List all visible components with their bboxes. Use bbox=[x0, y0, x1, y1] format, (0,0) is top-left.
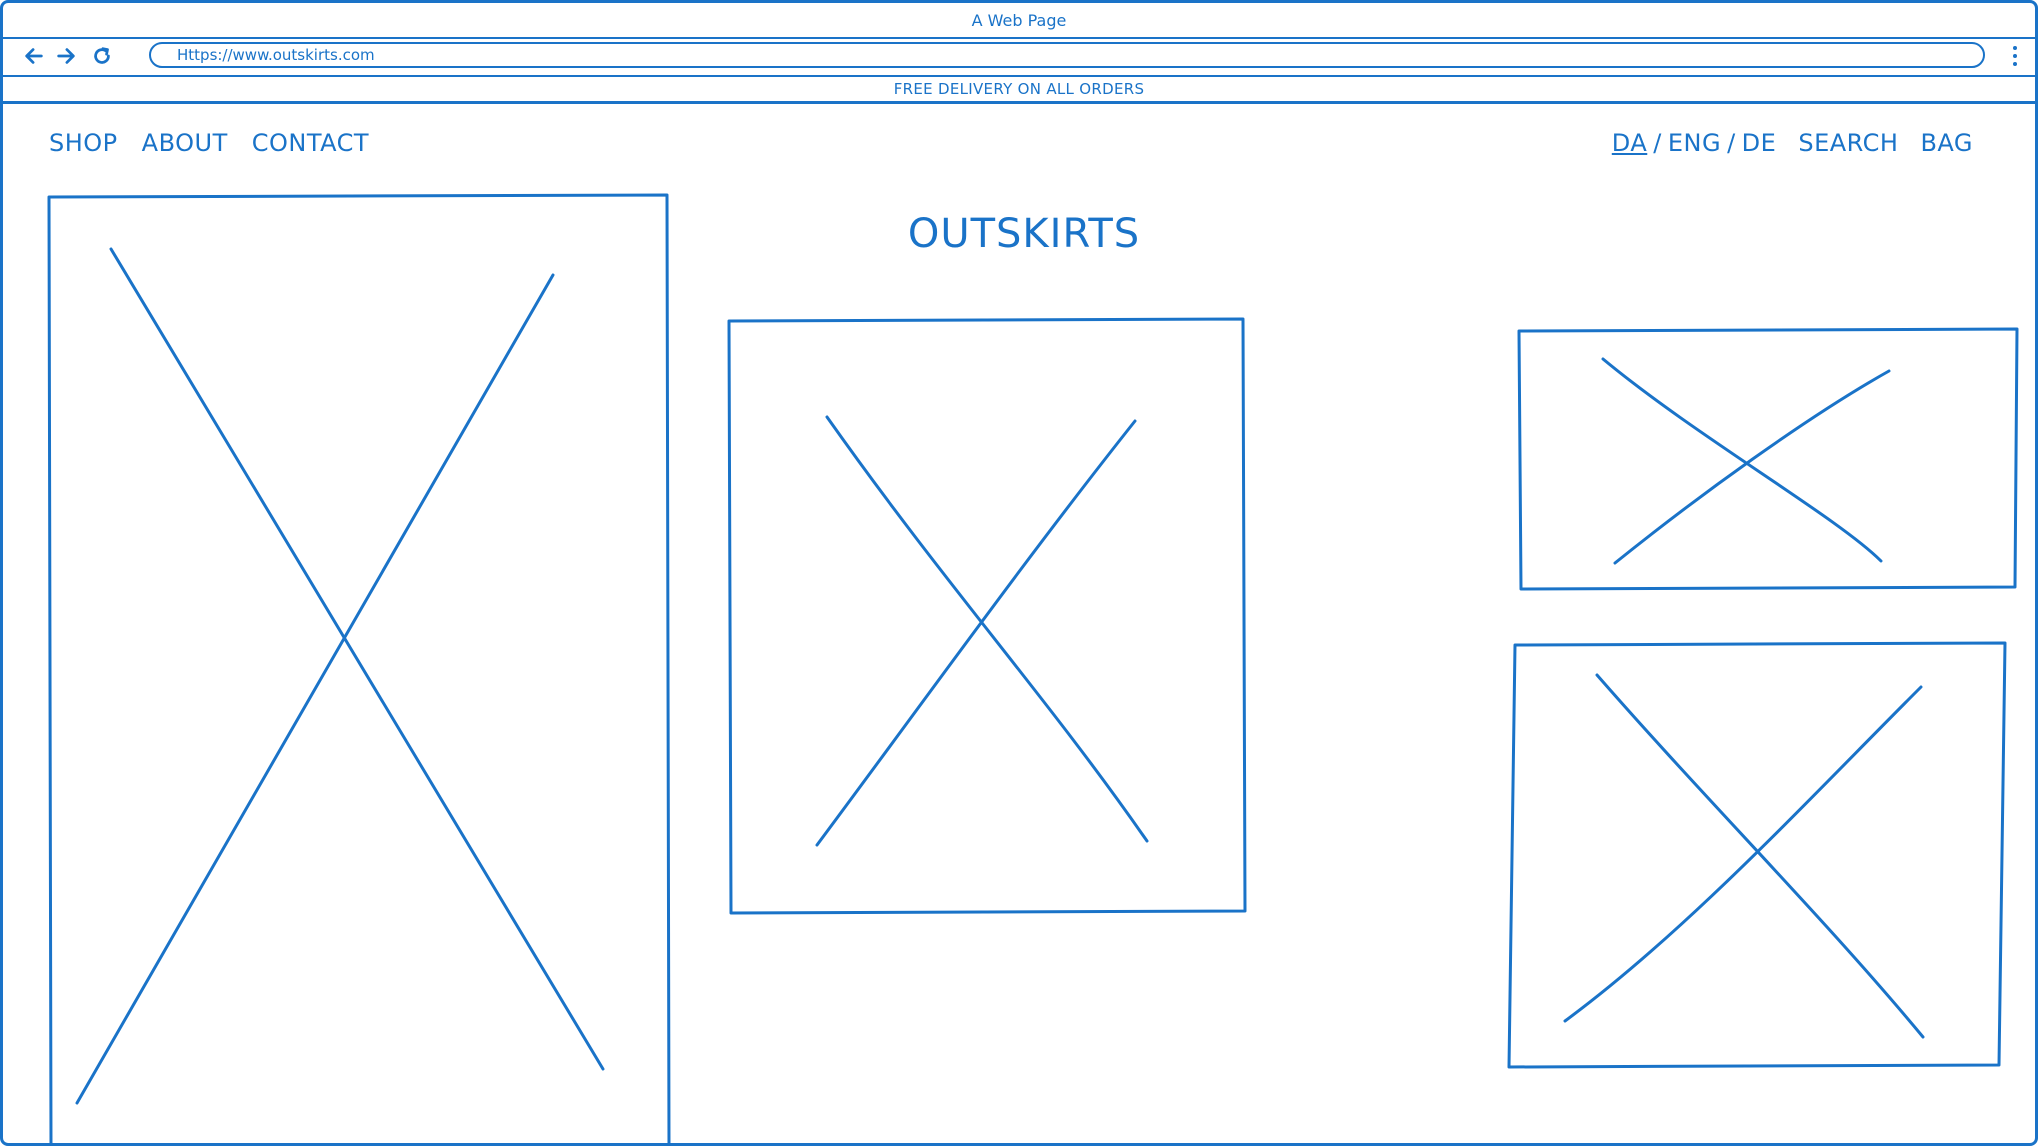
nav-link-about[interactable]: ABOUT bbox=[142, 129, 228, 157]
nav-link-search[interactable]: SEARCH bbox=[1798, 129, 1898, 157]
brand-name: OUTSKIRTS bbox=[907, 211, 1141, 257]
image-placeholder-icon bbox=[1517, 327, 2019, 591]
kebab-dot bbox=[2013, 62, 2017, 66]
url-text: Https://www.outskirts.com bbox=[177, 46, 375, 64]
nav-link-bag[interactable]: BAG bbox=[1920, 129, 1973, 157]
image-placeholder-top-right bbox=[1517, 327, 2019, 591]
image-placeholder-center bbox=[727, 317, 1247, 915]
nav-link-contact[interactable]: CONTACT bbox=[252, 129, 369, 157]
nav-link-shop[interactable]: SHOP bbox=[49, 129, 118, 157]
window-titlebar: A Web Page bbox=[3, 3, 2035, 39]
arrow-left-icon bbox=[25, 48, 43, 64]
kebab-menu-icon bbox=[2013, 46, 2017, 50]
lang-separator: / bbox=[1653, 129, 1662, 157]
site-nav-primary: SHOP ABOUT CONTACT bbox=[49, 129, 369, 157]
image-placeholder-icon bbox=[727, 317, 1247, 915]
address-bar[interactable]: Https://www.outskirts.com bbox=[149, 42, 1985, 68]
promo-banner: FREE DELIVERY ON ALL ORDERS bbox=[3, 77, 2035, 104]
lang-eng[interactable]: ENG bbox=[1668, 129, 1721, 157]
site-nav-secondary: DA / ENG / DE SEARCH BAG bbox=[1612, 129, 1973, 157]
window-title: A Web Page bbox=[971, 10, 1067, 30]
language-switcher: DA / ENG / DE bbox=[1612, 129, 1777, 157]
lang-separator: / bbox=[1727, 129, 1736, 157]
lang-da[interactable]: DA bbox=[1612, 129, 1647, 157]
reload-button[interactable] bbox=[89, 43, 115, 69]
back-button[interactable] bbox=[21, 43, 47, 69]
forward-button[interactable] bbox=[53, 43, 79, 69]
image-placeholder-bottom-right bbox=[1507, 641, 2007, 1069]
lang-de[interactable]: DE bbox=[1742, 129, 1777, 157]
browser-toolbar: Https://www.outskirts.com bbox=[3, 37, 2035, 77]
kebab-dot bbox=[2013, 54, 2017, 58]
browser-menu-button[interactable] bbox=[2009, 44, 2021, 68]
image-placeholder-icon bbox=[1507, 641, 2007, 1069]
image-placeholder-icon bbox=[47, 193, 671, 1143]
reload-icon bbox=[94, 47, 110, 64]
image-placeholder-hero bbox=[47, 193, 671, 1143]
promo-text: FREE DELIVERY ON ALL ORDERS bbox=[893, 80, 1145, 98]
browser-window: A Web Page Https://www.outskirts.com FRE… bbox=[0, 0, 2038, 1146]
arrow-right-icon bbox=[57, 48, 75, 64]
